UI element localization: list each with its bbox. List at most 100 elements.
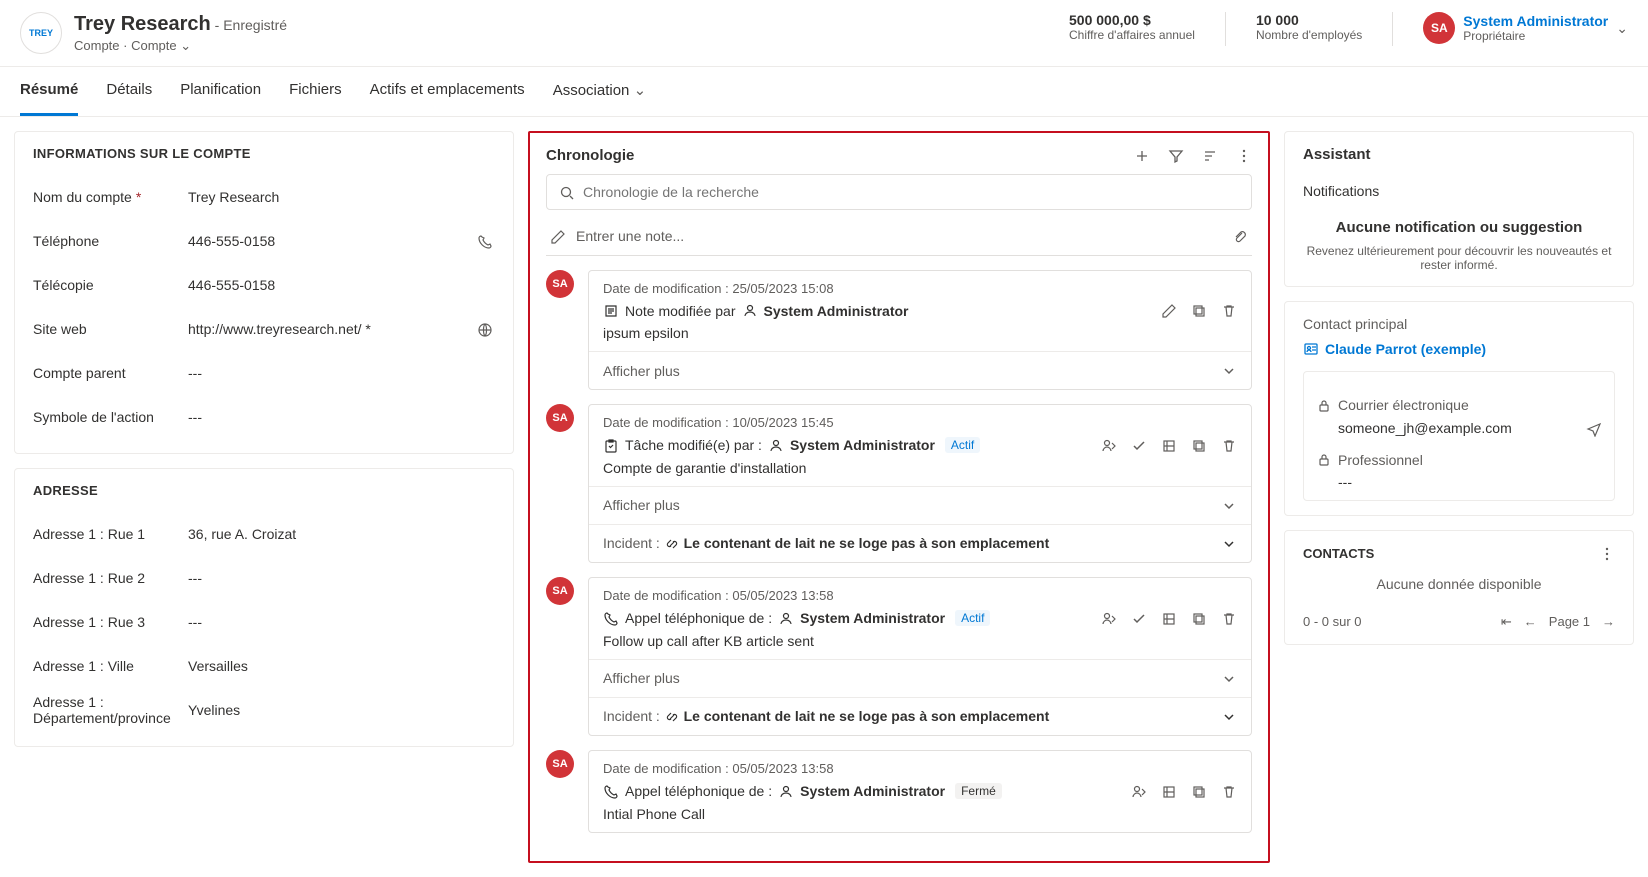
- attachment-icon[interactable]: [1232, 228, 1248, 245]
- owner-role: Propriétaire: [1463, 29, 1608, 43]
- lock-icon: [1316, 396, 1332, 413]
- field-street3[interactable]: Adresse 1 : Rue 3 ---: [33, 600, 495, 644]
- assistant-title: Assistant: [1303, 146, 1615, 163]
- company-logo: TREY: [20, 12, 62, 54]
- timeline-item-body: Date de modification : 05/05/2023 13:58 …: [588, 577, 1252, 736]
- no-contacts-message: Aucune donnée disponible: [1303, 562, 1615, 606]
- show-more-row[interactable]: Afficher plus: [589, 486, 1251, 524]
- field-street1[interactable]: Adresse 1 : Rue 1 36, rue A. Croizat: [33, 512, 495, 556]
- field-parent-account[interactable]: Compte parent ---: [33, 351, 495, 395]
- item-action: Tâche modifié(e) par :: [625, 437, 762, 453]
- item-author: System Administrator: [764, 303, 909, 319]
- field-city[interactable]: Adresse 1 : Ville Versailles: [33, 644, 495, 688]
- check-icon[interactable]: [1131, 436, 1147, 453]
- copy-icon[interactable]: [1191, 609, 1207, 626]
- page-label: Page 1: [1549, 614, 1590, 629]
- edit-icon[interactable]: [1161, 302, 1177, 319]
- open-icon[interactable]: [1161, 782, 1177, 799]
- pencil-icon: [550, 228, 566, 245]
- field-state[interactable]: Adresse 1 : Département/province Yveline…: [33, 688, 495, 732]
- globe-icon[interactable]: [477, 320, 495, 337]
- status-badge: Fermé: [955, 783, 1002, 799]
- status-badge: Actif: [945, 437, 980, 453]
- item-actions: [1101, 436, 1237, 453]
- copy-icon[interactable]: [1191, 302, 1207, 319]
- copy-icon[interactable]: [1191, 782, 1207, 799]
- chevron-down-icon: [1221, 670, 1237, 687]
- field-fax[interactable]: Télécopie 446-555-0158: [33, 263, 495, 307]
- item-avatar: SA: [546, 750, 574, 778]
- timeline-items: SA Date de modification : 25/05/2023 15:…: [546, 270, 1252, 833]
- item-author: System Administrator: [800, 783, 945, 799]
- field-ticker[interactable]: Symbole de l'action ---: [33, 395, 495, 439]
- person-icon: [778, 609, 794, 626]
- person-icon: [768, 436, 784, 453]
- notifications-title: Notifications: [1303, 183, 1615, 199]
- status-badge: Actif: [955, 610, 990, 626]
- copy-icon[interactable]: [1191, 436, 1207, 453]
- show-more-row[interactable]: Afficher plus: [589, 659, 1251, 697]
- primary-contact-card: Contact principal Claude Parrot (exemple…: [1284, 301, 1634, 516]
- professional-value-row[interactable]: ---: [1316, 474, 1602, 490]
- incident-row[interactable]: Incident : Le contenant de lait ne se lo…: [589, 524, 1251, 562]
- delete-icon[interactable]: [1221, 436, 1237, 453]
- tab-assets[interactable]: Actifs et emplacements: [370, 67, 525, 116]
- revenue-label: Chiffre d'affaires annuel: [1069, 28, 1195, 42]
- open-icon[interactable]: [1161, 609, 1177, 626]
- check-icon[interactable]: [1131, 609, 1147, 626]
- chevron-down-icon: ⌄: [180, 38, 191, 53]
- field-account-name[interactable]: Nom du compte* Trey Research: [33, 175, 495, 219]
- email-value-row[interactable]: someone_jh@example.com: [1316, 420, 1602, 437]
- prev-page-icon[interactable]: ←: [1524, 614, 1537, 629]
- record-subtitle[interactable]: Compte · Compte ⌄: [74, 38, 287, 54]
- item-actions: [1161, 302, 1237, 319]
- item-actions: [1101, 609, 1237, 626]
- tab-association[interactable]: Association ⌄: [553, 67, 646, 116]
- tab-files[interactable]: Fichiers: [289, 67, 342, 116]
- contact-details: Courrier électronique someone_jh@example…: [1303, 371, 1615, 501]
- field-website[interactable]: Site web http://www.treyresearch.net/ *: [33, 307, 495, 351]
- activity-type-icon: [603, 609, 619, 626]
- owner-block[interactable]: SA System Administrator Propriétaire ⌄: [1423, 12, 1628, 44]
- sort-icon[interactable]: [1202, 147, 1218, 164]
- timeline-title: Chronologie: [546, 147, 634, 164]
- next-page-icon[interactable]: →: [1602, 614, 1615, 629]
- required-indicator: *: [136, 189, 141, 205]
- chevron-down-icon: [1221, 535, 1237, 552]
- link-icon: [664, 708, 680, 724]
- employees-metric: 10 000 Nombre d'employés: [1256, 12, 1362, 42]
- tab-details[interactable]: Détails: [106, 67, 152, 116]
- tab-planning[interactable]: Planification: [180, 67, 261, 116]
- timeline-search[interactable]: [546, 174, 1252, 209]
- tab-resume[interactable]: Résumé: [20, 67, 78, 116]
- assign-icon[interactable]: [1131, 782, 1147, 799]
- more-icon[interactable]: [1236, 147, 1252, 164]
- filter-icon[interactable]: [1168, 147, 1184, 164]
- note-input-row[interactable]: Entrer une note...: [546, 220, 1252, 256]
- field-street2[interactable]: Adresse 1 : Rue 2 ---: [33, 556, 495, 600]
- assign-icon[interactable]: [1101, 436, 1117, 453]
- incident-row[interactable]: Incident : Le contenant de lait ne se lo…: [589, 697, 1251, 735]
- timeline-search-input[interactable]: [583, 184, 1239, 200]
- left-column: INFORMATIONS SUR LE COMPTE Nom du compte…: [14, 131, 514, 863]
- send-icon[interactable]: [1586, 420, 1602, 437]
- activity-type-icon: [603, 302, 619, 319]
- assistant-card: Assistant Notifications Aucune notificat…: [1284, 131, 1634, 287]
- show-more-row[interactable]: Afficher plus: [589, 351, 1251, 389]
- delete-icon[interactable]: [1221, 609, 1237, 626]
- link-icon: [664, 535, 680, 551]
- delete-icon[interactable]: [1221, 302, 1237, 319]
- assign-icon[interactable]: [1101, 609, 1117, 626]
- more-icon[interactable]: [1599, 545, 1615, 562]
- item-date: Date de modification : 25/05/2023 15:08: [603, 281, 1237, 296]
- phone-icon[interactable]: [477, 232, 495, 249]
- field-phone[interactable]: Téléphone 446-555-0158: [33, 219, 495, 263]
- primary-contact-link[interactable]: Claude Parrot (exemple): [1303, 340, 1615, 357]
- timeline-item-body: Date de modification : 10/05/2023 15:45 …: [588, 404, 1252, 563]
- open-icon[interactable]: [1161, 436, 1177, 453]
- chevron-down-icon: ⌄: [634, 82, 647, 99]
- delete-icon[interactable]: [1221, 782, 1237, 799]
- header-right: 500 000,00 $ Chiffre d'affaires annuel 1…: [1069, 12, 1628, 46]
- add-icon[interactable]: [1134, 147, 1150, 164]
- first-page-icon[interactable]: ⇤: [1501, 614, 1512, 630]
